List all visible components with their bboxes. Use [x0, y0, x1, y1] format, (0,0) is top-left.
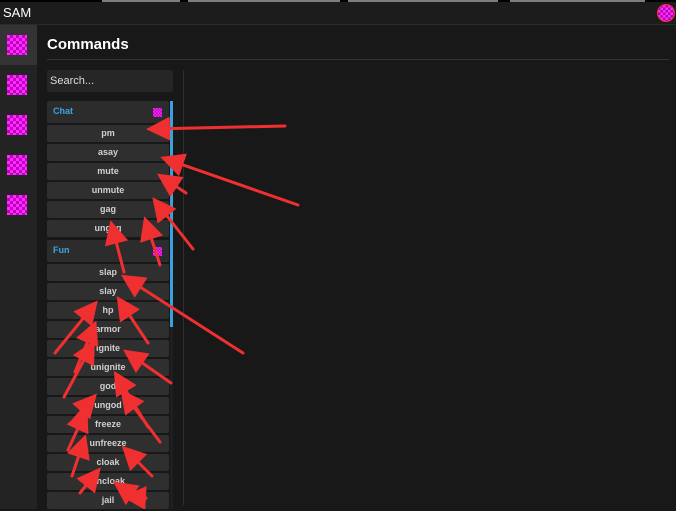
- close-icon[interactable]: [658, 5, 674, 21]
- command-button-armor[interactable]: armor: [47, 321, 169, 338]
- command-button-pm[interactable]: pm: [47, 125, 169, 142]
- app-title: SAM: [3, 5, 32, 20]
- missing-texture-icon: [7, 35, 27, 55]
- command-button-ignite[interactable]: ignite: [47, 340, 169, 357]
- category-label: Chat: [53, 106, 73, 116]
- title-bar: SAM: [0, 2, 676, 25]
- command-button-ungag[interactable]: ungag: [47, 220, 169, 237]
- scrollbar-thumb[interactable]: [170, 101, 173, 327]
- sidebar-item-2[interactable]: [0, 65, 37, 105]
- command-button-mute[interactable]: mute: [47, 163, 169, 180]
- missing-texture-icon: [7, 75, 27, 95]
- command-button-slay[interactable]: slay: [47, 283, 169, 300]
- command-button-ungod[interactable]: ungod: [47, 397, 169, 414]
- red-arrow: [160, 153, 300, 207]
- sidebar-item-4[interactable]: [0, 145, 37, 185]
- title-divider: [47, 59, 669, 60]
- command-button-hp[interactable]: hp: [47, 302, 169, 319]
- sidebar-item-5[interactable]: [0, 185, 37, 225]
- command-button-gag[interactable]: gag: [47, 201, 169, 218]
- sidebar-item-1[interactable]: [0, 25, 37, 65]
- missing-texture-icon: [153, 247, 162, 256]
- missing-texture-icon: [7, 195, 27, 215]
- command-button-jail[interactable]: jail: [47, 492, 169, 509]
- search-input[interactable]: [47, 70, 173, 92]
- sidebar-item-3[interactable]: [0, 105, 37, 145]
- command-button-asay[interactable]: asay: [47, 144, 169, 161]
- sidebar: [0, 25, 37, 509]
- page-title: Commands: [47, 36, 129, 53]
- command-button-god[interactable]: god: [47, 378, 169, 395]
- command-button-slap[interactable]: slap: [47, 264, 169, 281]
- command-button-unfreeze[interactable]: unfreeze: [47, 435, 169, 452]
- missing-texture-icon: [7, 155, 27, 175]
- command-button-unignite[interactable]: unignite: [47, 359, 169, 376]
- command-button-uncloak[interactable]: uncloak: [47, 473, 169, 490]
- category-header-fun[interactable]: Fun: [47, 240, 169, 262]
- missing-texture-icon: [7, 115, 27, 135]
- category-label: Fun: [53, 245, 70, 255]
- missing-texture-icon: [153, 108, 162, 117]
- command-button-cloak[interactable]: cloak: [47, 454, 169, 471]
- category-header-chat[interactable]: Chat: [47, 101, 169, 123]
- panel-divider: [183, 70, 184, 505]
- command-button-unmute[interactable]: unmute: [47, 182, 169, 199]
- command-list: Chat pm asay mute unmute gag ungag Fun s…: [47, 101, 169, 511]
- command-button-freeze[interactable]: freeze: [47, 416, 169, 433]
